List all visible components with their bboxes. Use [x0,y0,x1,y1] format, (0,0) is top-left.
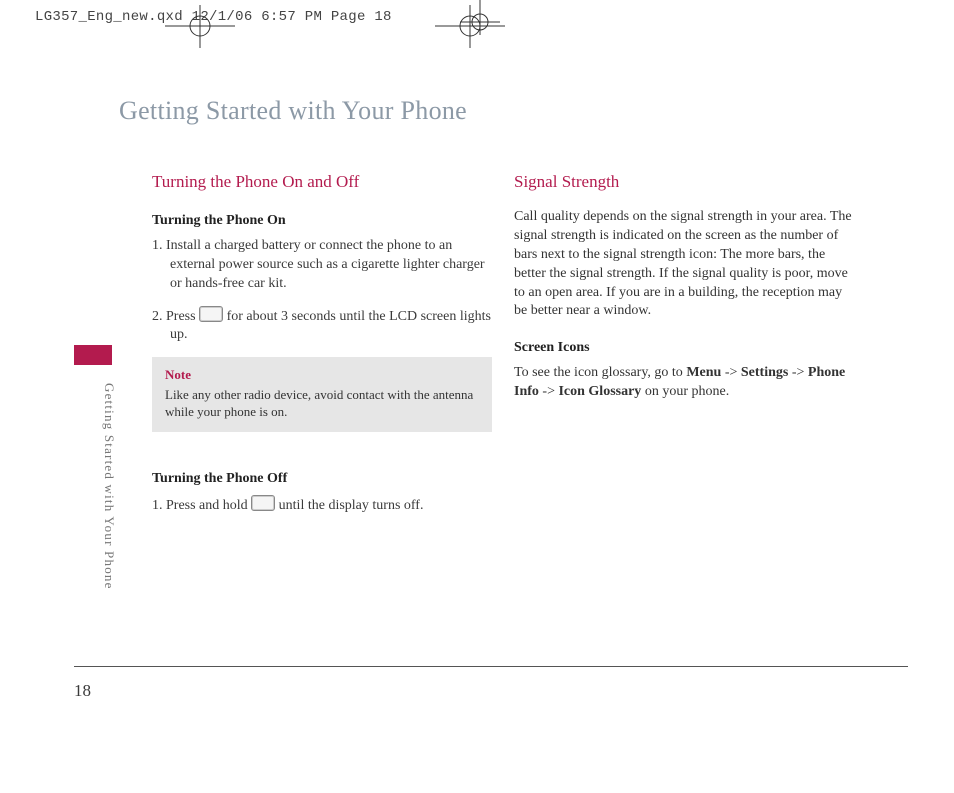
chapter-title: Getting Started with Your Phone [119,93,467,128]
nav-arrow-1: -> [721,365,741,380]
nav-menu: Menu [686,365,721,380]
side-label: Getting Started with Your Phone [100,383,118,590]
end-key-icon [199,306,223,322]
screen-icons-paragraph: To see the icon glossary, go to Menu -> … [514,364,854,402]
nav-icon-glossary: Icon Glossary [558,384,641,399]
subheading-turning-on: Turning the Phone On [152,212,492,231]
icons-text-d: on your phone. [641,384,729,399]
step-on-1: 1. Install a charged battery or connect … [152,237,492,294]
side-tab [74,345,112,365]
step-on-2a: 2. Press [152,309,199,324]
step-off-1b: until the display turns off. [275,498,423,513]
icons-text-b: -> [788,365,808,380]
icons-text-c: -> [539,384,559,399]
icons-text-a: To see the icon glossary, go to [514,365,686,380]
signal-paragraph: Call quality depends on the signal stren… [514,208,854,321]
note-box: Note Like any other radio device, avoid … [152,357,492,432]
page-number: 18 [74,680,91,703]
crop-mark-top [450,0,510,45]
step-off-1a: 1. Press and hold [152,498,251,513]
heading-signal-strength: Signal Strength [514,171,854,194]
crop-mark-bottom-2 [430,0,510,50]
heading-turning-on-off: Turning the Phone On and Off [152,171,492,194]
print-header: LG357_Eng_new.qxd 12/1/06 6:57 PM Page 1… [35,8,392,27]
step-on-2: 2. Press for about 3 seconds until the L… [152,306,492,346]
note-title: Note [165,366,479,384]
nav-settings: Settings [741,365,788,380]
subheading-turning-off: Turning the Phone Off [152,470,492,489]
steps-off: 1. Press and hold until the display turn… [152,495,492,516]
steps-on: 1. Install a charged battery or connect … [152,237,492,345]
page-footer-rule [74,666,908,667]
column-left: Turning the Phone On and Off Turning the… [152,171,492,528]
subheading-screen-icons: Screen Icons [514,339,854,358]
end-key-icon [251,495,275,511]
note-body: Like any other radio device, avoid conta… [165,386,479,421]
step-off-1: 1. Press and hold until the display turn… [152,495,492,516]
column-right: Signal Strength Call quality depends on … [514,171,854,412]
